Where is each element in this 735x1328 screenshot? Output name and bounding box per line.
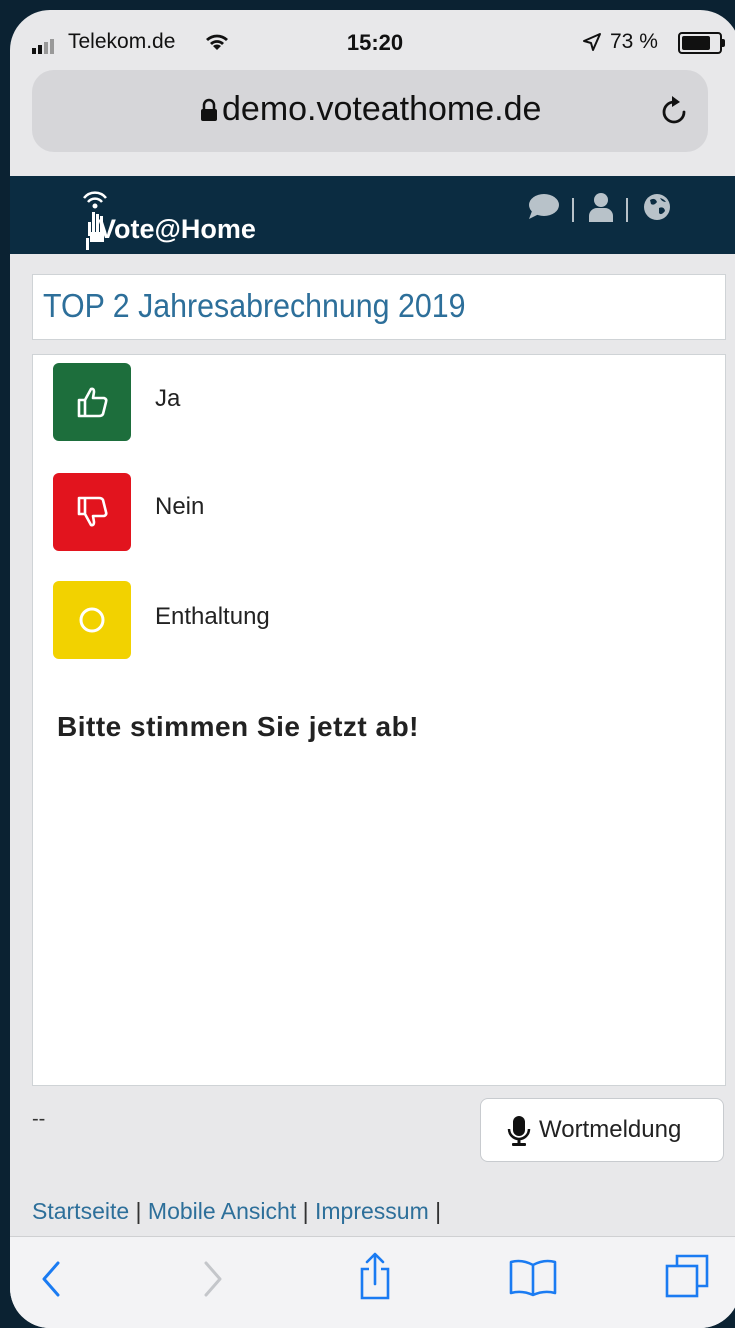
status-line: -- (32, 1108, 46, 1130)
microphone-icon (507, 1116, 531, 1146)
globe-icon[interactable] (642, 192, 672, 222)
app-header: Vote@Home (10, 176, 735, 254)
browser-toolbar (10, 1236, 735, 1328)
vote-abstain-button[interactable] (53, 581, 131, 659)
url-text[interactable]: demo.voteathome.de (222, 90, 541, 129)
footer-link-startseite[interactable]: Startseite (32, 1198, 129, 1224)
footer-separator: | (135, 1198, 142, 1224)
footer-links: Startseite | Mobile Ansicht | Impressum … (32, 1198, 441, 1225)
battery-tip (722, 39, 725, 47)
battery-icon (678, 32, 722, 54)
logo-text: Vote@Home (98, 214, 256, 244)
page-title: TOP 2 Jahresabrechnung 2019 (43, 287, 466, 324)
footer-link-mobile-ansicht[interactable]: Mobile Ansicht (148, 1198, 296, 1224)
footer-separator: | (435, 1198, 442, 1224)
vote-yes-button[interactable] (53, 363, 131, 441)
vote-panel: Ja Nein Enthaltung Bitte stimmen Sie jet… (32, 354, 726, 1086)
request-to-speak-button[interactable]: Wortmeldung (480, 1098, 724, 1162)
thumbs-down-icon (77, 496, 108, 527)
user-icon[interactable] (588, 192, 614, 222)
vote-no-button[interactable] (53, 473, 131, 551)
footer-separator: | (302, 1198, 309, 1224)
circle-icon (79, 607, 105, 633)
topic-title-box: TOP 2 Jahresabrechnung 2019 (32, 274, 726, 340)
vote-yes-label[interactable]: Ja (155, 385, 180, 413)
vote-abstain-label[interactable]: Enthaltung (155, 603, 270, 631)
lock-icon (201, 98, 217, 121)
reload-icon[interactable] (660, 94, 690, 126)
header-separator (626, 198, 628, 222)
share-icon[interactable] (358, 1251, 392, 1301)
chat-icon[interactable] (526, 192, 560, 222)
url-bar[interactable]: demo.voteathome.de (32, 70, 708, 152)
request-to-speak-label: Wortmeldung (539, 1116, 682, 1143)
battery-percent: 73 % (610, 30, 658, 53)
back-icon[interactable] (40, 1259, 62, 1299)
vote-prompt: Bitte stimmen Sie jetzt ab! (57, 711, 420, 742)
thumbs-up-icon (77, 387, 108, 418)
phone-screen: Telekom.de 15:20 73 % demo.voteathome.de (10, 10, 735, 1328)
vote-no-label[interactable]: Nein (155, 493, 204, 521)
bookmarks-icon[interactable] (508, 1257, 558, 1297)
header-separator (572, 198, 574, 222)
tabs-icon[interactable] (664, 1253, 710, 1299)
location-arrow-icon (583, 33, 601, 51)
status-bar: Telekom.de 15:20 73 % (10, 10, 735, 72)
forward-icon[interactable] (202, 1259, 224, 1299)
footer-link-impressum[interactable]: Impressum (315, 1198, 429, 1224)
